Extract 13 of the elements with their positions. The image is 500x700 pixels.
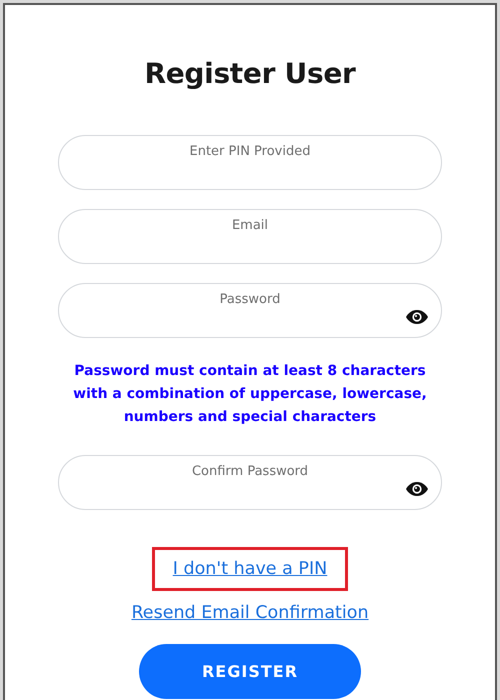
input-field[interactable]: Password xyxy=(58,282,442,338)
field-label: Password xyxy=(220,290,280,309)
field-label: Confirm Password xyxy=(192,462,308,481)
input-field[interactable]: Confirm Password xyxy=(58,454,442,510)
input-field[interactable]: Enter PIN Provided xyxy=(58,134,442,190)
link[interactable]: I don't have a PIN xyxy=(154,550,346,588)
field-label: Email xyxy=(232,216,268,235)
password-hint: Password must contain at least 8 characters with a combination of uppercase, lowercase, numbers and special characters xyxy=(72,362,428,427)
page-title: Register User xyxy=(144,57,356,91)
field-label: Enter PIN Provided xyxy=(190,142,310,161)
register-button[interactable]: REGISTER xyxy=(139,644,361,700)
link[interactable]: Resend Email Confirmation xyxy=(131,600,369,626)
input-field[interactable]: Email xyxy=(58,208,442,264)
